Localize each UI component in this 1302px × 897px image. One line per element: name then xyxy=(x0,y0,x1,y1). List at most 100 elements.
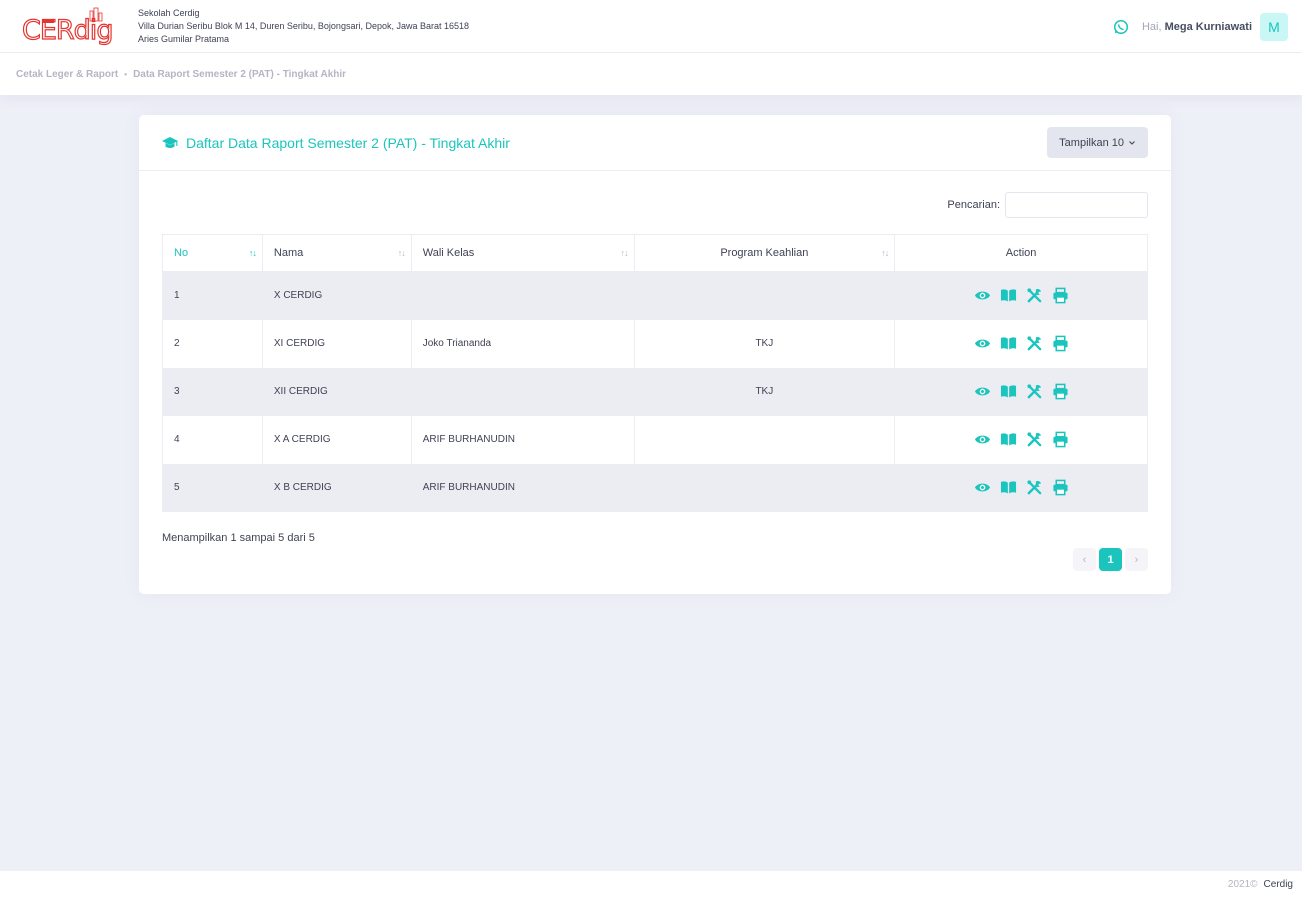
column-header-label: Program Keahlian xyxy=(720,247,809,259)
pagination-prev-button[interactable]: ‹ xyxy=(1073,548,1096,571)
column-header-label: Nama xyxy=(273,247,304,259)
tools-icon[interactable] xyxy=(1026,479,1043,496)
table-cell-nama: XII CERDIG xyxy=(261,367,412,416)
table-cell-action xyxy=(894,367,1148,416)
table-cell-no: 4 xyxy=(162,415,263,464)
book-icon[interactable] xyxy=(1000,479,1017,496)
principal-name: Aries Gumilar Pratama xyxy=(138,34,230,44)
table-cell-program-keahlian xyxy=(633,271,896,320)
column-header-label: Action xyxy=(1005,247,1037,259)
user-name: Mega Kurniawati xyxy=(1164,21,1252,33)
pagination-next-button[interactable]: › xyxy=(1125,548,1148,571)
user-greeting[interactable]: Hai, Mega Kurniawati xyxy=(1142,21,1252,33)
sort-icon: ↑↓ xyxy=(881,248,889,258)
school-info: Sekolah Cerdig Villa Durian Seribu Blok … xyxy=(138,7,469,46)
card-header: Daftar Data Raport Semester 2 (PAT) - Ti… xyxy=(139,115,1171,171)
print-icon[interactable] xyxy=(1052,479,1069,496)
column-header-wali-kelas[interactable]: Wali Kelas ↑↓ xyxy=(410,234,635,272)
column-header-program-keahlian[interactable]: Program Keahlian ↑↓ xyxy=(633,234,896,272)
row-actions xyxy=(906,335,1136,352)
breadcrumb-separator: • xyxy=(124,69,128,79)
table-cell-program-keahlian xyxy=(633,415,896,464)
row-actions xyxy=(906,383,1136,400)
table-cell-nama: XI CERDIG xyxy=(261,319,412,368)
tools-icon[interactable] xyxy=(1026,431,1043,448)
tools-icon[interactable] xyxy=(1026,335,1043,352)
raport-card: Daftar Data Raport Semester 2 (PAT) - Ti… xyxy=(139,115,1171,594)
column-header-label: Wali Kelas xyxy=(422,247,475,259)
table-cell-nama: X CERDIG xyxy=(261,271,412,320)
print-icon[interactable] xyxy=(1052,431,1069,448)
table-cell-no: 2 xyxy=(162,319,263,368)
book-icon[interactable] xyxy=(1000,431,1017,448)
search-input[interactable] xyxy=(1005,192,1148,218)
table-cell-program-keahlian: TKJ xyxy=(633,367,896,416)
table-row: 1X CERDIG xyxy=(162,271,1148,320)
eye-icon[interactable] xyxy=(974,383,991,400)
table-body: 1X CERDIG 2 XI CERDIG Joko Triananda TKJ 3 XII… xyxy=(162,271,1148,512)
breadcrumb: Cetak Leger & Raport • Data Raport Semes… xyxy=(0,53,1302,95)
column-header-label: No xyxy=(174,247,189,259)
table-cell-wali-kelas: ARIF BURHANUDIN xyxy=(410,463,635,512)
sort-icon: ↑↓ xyxy=(397,248,406,258)
eye-icon[interactable] xyxy=(974,287,991,304)
table-cell-nama: X B CERDIG xyxy=(261,463,412,512)
table-header-row: No ↑↓ Nama ↑↓ Wali Kelas ↑↓ Program Keahlia… xyxy=(162,234,1148,272)
print-icon[interactable] xyxy=(1052,383,1069,400)
footer-brand-link[interactable]: Cerdig xyxy=(1264,879,1293,890)
table-row: 3 XII CERDIG TKJ xyxy=(162,367,1148,416)
eye-icon[interactable] xyxy=(974,479,991,496)
print-icon[interactable] xyxy=(1052,287,1069,304)
show-entries-dropdown[interactable]: Tampilkan 10 xyxy=(1047,127,1148,158)
table-row: 4X A CERDIG ARIF BURHANUDIN xyxy=(162,415,1148,464)
pagination: ‹ 1 › xyxy=(1073,548,1148,571)
row-actions xyxy=(906,479,1136,496)
table-row: 5X B CERDIG ARIF BURHANUDIN xyxy=(162,463,1148,512)
breadcrumb-item-leger[interactable]: Cetak Leger & Raport xyxy=(16,69,118,80)
pagination-page-1[interactable]: 1 xyxy=(1099,548,1122,571)
column-header-nama[interactable]: Nama ↑↓ xyxy=(261,234,412,272)
user-area: Hai, Mega Kurniawati M xyxy=(1113,13,1288,41)
chevron-down-icon xyxy=(1129,140,1135,145)
search-label: Pencarian: xyxy=(947,199,1000,211)
table-cell-no: 3 xyxy=(162,367,263,416)
table-cell-program-keahlian: TKJ xyxy=(633,319,896,368)
table-cell-action xyxy=(894,415,1148,464)
whatsapp-icon[interactable] xyxy=(1113,19,1129,35)
row-actions xyxy=(906,287,1136,304)
breadcrumb-item-current[interactable]: Data Raport Semester 2 (PAT) - Tingkat A… xyxy=(133,69,346,80)
avatar[interactable]: M xyxy=(1260,13,1288,41)
table-row: 2 XI CERDIG Joko Triananda TKJ xyxy=(162,319,1148,368)
cerdig-logo[interactable]: CERdig xyxy=(20,7,128,47)
table-cell-wali-kelas: Joko Triananda xyxy=(410,319,635,368)
book-icon[interactable] xyxy=(1000,335,1017,352)
book-icon[interactable] xyxy=(1000,383,1017,400)
column-header-action: Action xyxy=(894,234,1148,272)
table-cell-action xyxy=(894,271,1148,320)
table-cell-nama: X A CERDIG xyxy=(261,415,412,464)
top-bar: CERdig Sekolah Cerdig Villa Durian Serib… xyxy=(0,0,1302,53)
print-icon[interactable] xyxy=(1052,335,1069,352)
greeting-text: Hai, xyxy=(1141,21,1162,33)
table-cell-no: 5 xyxy=(162,463,263,512)
column-header-no[interactable]: No ↑↓ xyxy=(162,234,263,272)
search-row: Pencarian: xyxy=(947,192,1148,218)
school-address: Villa Durian Seribu Blok M 14, Duren Ser… xyxy=(138,21,470,31)
card-title: Daftar Data Raport Semester 2 (PAT) - Ti… xyxy=(186,134,510,151)
footer-year: 2021© xyxy=(1227,878,1258,890)
sort-icon: ↑↓ xyxy=(248,248,257,258)
tools-icon[interactable] xyxy=(1026,287,1043,304)
book-icon[interactable] xyxy=(1000,287,1017,304)
eye-icon[interactable] xyxy=(974,431,991,448)
tools-icon[interactable] xyxy=(1026,383,1043,400)
table-cell-program-keahlian xyxy=(633,463,896,512)
table-cell-action xyxy=(894,319,1148,368)
table-cell-wali-kelas xyxy=(410,271,635,320)
footer: 2021© Cerdig xyxy=(0,871,1302,897)
eye-icon[interactable] xyxy=(974,335,991,352)
table-cell-no: 1 xyxy=(162,271,263,320)
table-cell-wali-kelas: ARIF BURHANUDIN xyxy=(410,415,635,464)
table-cell-wali-kelas xyxy=(410,367,635,416)
graduation-cap-icon xyxy=(162,136,178,148)
raport-table: No ↑↓ Nama ↑↓ Wali Kelas ↑↓ Program Keahlia… xyxy=(162,234,1148,512)
